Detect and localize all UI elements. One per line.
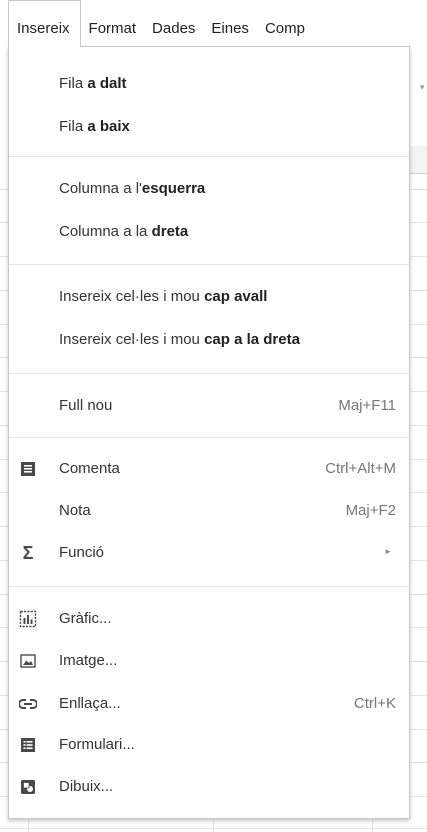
menu-item-new-sheet[interactable]: Full nou Maj+F11 — [9, 389, 409, 423]
drawing-icon — [18, 777, 38, 797]
grid-line — [213, 820, 214, 832]
image-label: Imatge... — [59, 652, 118, 669]
column-left-label: Columna a l'esquerra — [59, 180, 206, 197]
comment-icon — [18, 459, 38, 479]
menu-data[interactable]: Dades — [144, 0, 203, 47]
menu-item-chart[interactable]: Gràfic... — [9, 602, 409, 636]
note-label: Nota — [59, 502, 91, 519]
menu-item-function[interactable]: Σ Funció ► — [9, 536, 409, 570]
menu-item-column-left[interactable]: Columna a l'esquerra — [9, 172, 409, 206]
menu-separator — [9, 437, 409, 438]
column-right-label: Columna a la dreta — [59, 223, 189, 240]
row-above-label: Fila a dalt — [59, 75, 127, 92]
link-shortcut: Ctrl+K — [353, 695, 396, 712]
comment-label: Comenta — [59, 460, 120, 477]
menu-item-row-above[interactable]: Fila a dalt — [9, 67, 409, 101]
menu-item-insert-cells-right[interactable]: Insereix cel·les i mou cap a la dreta — [9, 323, 409, 357]
menu-separator — [9, 264, 409, 265]
chart-label: Gràfic... — [59, 610, 112, 627]
menu-separator — [9, 156, 409, 157]
comment-shortcut: Ctrl+Alt+M — [325, 460, 396, 477]
grid-line — [372, 820, 373, 832]
menu-item-link[interactable]: Enllaça... Ctrl+K — [9, 687, 409, 721]
submenu-arrow-icon: ► — [384, 547, 392, 556]
image-icon — [18, 651, 38, 671]
note-shortcut: Maj+F2 — [345, 502, 396, 519]
menu-item-comment[interactable]: Comenta Ctrl+Alt+M — [9, 452, 409, 486]
insert-menu-dropdown: Fila a dalt Fila a baix Columna a l'esqu… — [8, 46, 410, 819]
column-header-bar — [409, 146, 427, 174]
link-icon — [18, 694, 38, 714]
function-label: Funció — [59, 544, 105, 561]
link-label: Enllaça... — [59, 695, 121, 712]
menu-insert[interactable]: Insereix — [8, 0, 81, 47]
menu-item-drawing[interactable]: Dibuix... — [9, 770, 409, 804]
new-sheet-label: Full nou — [59, 397, 113, 414]
menu-item-row-below[interactable]: Fila a baix — [9, 110, 409, 144]
menu-tools[interactable]: Eines — [203, 0, 257, 47]
menu-bar: Insereix Format Dades Eines Comp — [0, 0, 427, 47]
menu-item-image[interactable]: Imatge... — [9, 644, 409, 678]
menu-item-column-right[interactable]: Columna a la dreta — [9, 215, 409, 249]
menu-item-insert-cells-down[interactable]: Insereix cel·les i mou cap avall — [9, 280, 409, 314]
menu-format[interactable]: Format — [81, 0, 145, 47]
new-sheet-shortcut: Maj+F11 — [338, 397, 396, 414]
form-icon — [18, 735, 38, 755]
form-label: Formulari... — [59, 736, 135, 753]
sigma-icon: Σ — [22, 542, 34, 563]
menu-addons[interactable]: Comp — [257, 0, 313, 47]
row-below-label: Fila a baix — [59, 118, 130, 135]
drawing-label: Dibuix... — [59, 778, 114, 795]
insert-cells-down-label: Insereix cel·les i mou cap avall — [59, 288, 268, 305]
insert-cells-right-label: Insereix cel·les i mou cap a la dreta — [59, 331, 300, 348]
menu-separator — [9, 586, 409, 587]
menu-separator — [9, 373, 409, 374]
menu-item-form[interactable]: Formulari... — [9, 728, 409, 762]
menu-item-note[interactable]: Nota Maj+F2 — [9, 494, 409, 528]
chart-icon — [18, 609, 38, 629]
toolbar-dropdown-chevron-icon: ▾ — [420, 82, 425, 92]
grid-line — [28, 820, 29, 832]
